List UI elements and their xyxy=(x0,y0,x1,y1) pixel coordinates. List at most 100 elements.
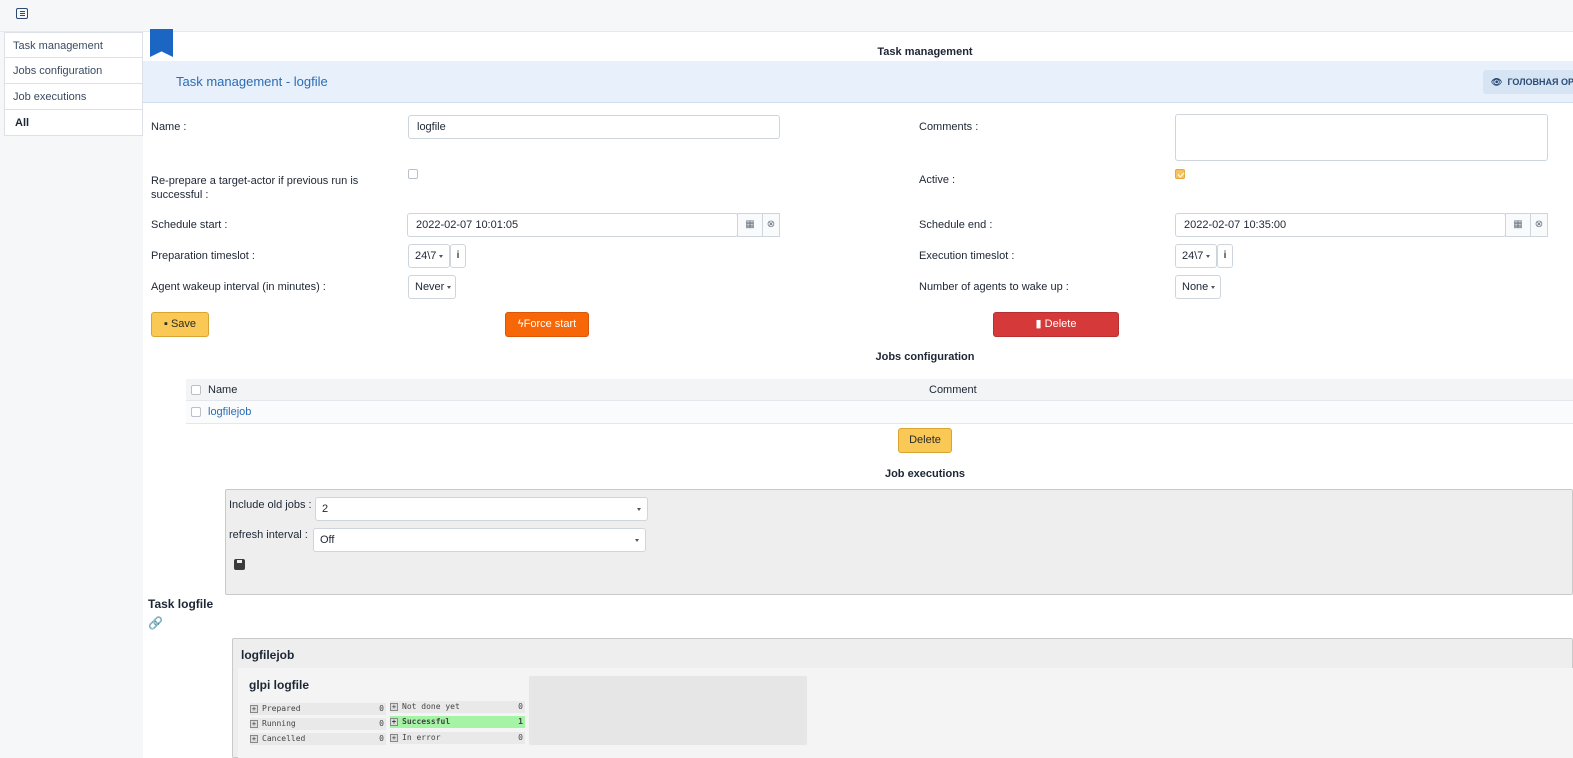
column-name: Name xyxy=(208,384,238,396)
preparation-timeslot-label: Preparation timeslot : xyxy=(151,250,255,262)
clear-icon[interactable]: ⊗ xyxy=(762,213,780,237)
expand-icon: + xyxy=(390,733,398,742)
agent-panel xyxy=(238,668,1573,758)
state-label: Running xyxy=(262,719,296,728)
state-label: Not done yet xyxy=(402,702,460,711)
save-button-label: Save xyxy=(170,318,197,330)
chevron-down-icon xyxy=(447,285,452,289)
name-label: Name : xyxy=(151,121,187,133)
active-label: Active : xyxy=(919,174,956,186)
schedule-end-input[interactable]: 2022-02-07 10:35:00 xyxy=(1175,213,1506,237)
save-button[interactable]: ▪ Save xyxy=(151,312,209,337)
eye-icon: 👁 xyxy=(1491,77,1503,87)
agent-name: glpi logfile xyxy=(249,678,309,692)
sidebar-item-task-management[interactable]: Task management xyxy=(4,32,143,58)
state-running[interactable]: + Running 0 xyxy=(250,718,386,730)
agent-log-panel xyxy=(529,676,807,745)
expand-icon: + xyxy=(250,704,258,713)
expand-icon: + xyxy=(390,702,398,711)
table-row xyxy=(186,401,1573,424)
chevron-down-icon xyxy=(439,254,444,258)
wakeup-interval-select[interactable]: Never xyxy=(408,275,456,299)
state-count: 0 xyxy=(379,734,384,743)
info-icon[interactable]: i xyxy=(1217,244,1233,268)
execution-timeslot-select[interactable]: 24\7 xyxy=(1175,244,1217,268)
agents-to-wake-value: None xyxy=(1182,281,1209,293)
state-successful[interactable]: + Successful 1 xyxy=(390,716,525,728)
delete-button[interactable]: Delete xyxy=(898,428,952,453)
include-old-jobs-value: 2 xyxy=(322,503,329,515)
row-checkbox[interactable] xyxy=(191,407,201,417)
chevron-down-icon xyxy=(637,508,641,511)
schedule-end-label: Schedule end : xyxy=(919,219,993,231)
section-title-task-management: Task management xyxy=(877,46,973,58)
agents-to-wake-select[interactable]: None xyxy=(1175,275,1221,299)
calendar-icon[interactable]: ▦ xyxy=(1505,213,1531,237)
force-start-label: Force start xyxy=(523,318,577,330)
entity-badge-label: ГОЛОВНАЯ ОРГА xyxy=(1507,77,1573,87)
comments-label: Comments : xyxy=(919,121,979,133)
floppy-icon: ▪ xyxy=(163,318,171,330)
wakeup-interval-value: Never xyxy=(415,281,445,293)
section-title-job-executions: Job executions xyxy=(884,468,966,480)
form-header xyxy=(143,61,1573,103)
task-title: Task logfile xyxy=(148,597,214,611)
include-old-jobs-select[interactable]: 2 xyxy=(315,497,648,521)
menu-toggle-icon[interactable] xyxy=(16,8,28,19)
state-in-error[interactable]: + In error 0 xyxy=(390,732,525,744)
state-label: Prepared xyxy=(262,704,301,713)
state-count: 1 xyxy=(518,717,523,726)
calendar-icon[interactable]: ▦ xyxy=(737,213,763,237)
state-not-done-yet[interactable]: + Not done yet 0 xyxy=(390,701,525,713)
clear-icon[interactable]: ⊗ xyxy=(1530,213,1548,237)
expand-icon: + xyxy=(250,734,258,743)
execution-timeslot-label: Execution timeslot : xyxy=(919,250,1015,262)
top-bar xyxy=(0,0,1573,32)
refresh-interval-select[interactable]: Off xyxy=(313,528,646,552)
state-count: 0 xyxy=(379,719,384,728)
name-input[interactable]: logfile xyxy=(408,115,780,139)
job-name: logfilejob xyxy=(241,648,295,662)
select-all-checkbox[interactable] xyxy=(191,385,201,395)
state-count: 0 xyxy=(379,704,384,713)
section-title-jobs-configuration: Jobs configuration xyxy=(875,351,975,363)
state-prepared[interactable]: + Prepared 0 xyxy=(250,703,386,715)
page-title: Task management - logfile xyxy=(176,74,328,89)
preparation-timeslot-select[interactable]: 24\7 xyxy=(408,244,450,268)
schedule-start-label: Schedule start : xyxy=(151,219,228,231)
chevron-down-icon xyxy=(635,539,639,542)
state-label: In error xyxy=(402,733,441,742)
include-old-jobs-label: Include old jobs : xyxy=(229,499,312,511)
job-link[interactable]: logfilejob xyxy=(208,406,251,418)
execution-timeslot-value: 24\7 xyxy=(1182,250,1204,262)
state-count: 0 xyxy=(518,702,523,711)
sidebar: Task management Jobs configuration Job e… xyxy=(4,32,143,136)
column-comment: Comment xyxy=(929,384,977,396)
expand-icon: + xyxy=(250,719,258,728)
entity-badge[interactable]: 👁 ГОЛОВНАЯ ОРГА xyxy=(1483,70,1573,94)
save-icon[interactable] xyxy=(234,559,245,570)
comments-textarea[interactable] xyxy=(1175,114,1548,161)
chevron-down-icon xyxy=(1206,254,1211,258)
sidebar-item-job-executions[interactable]: Job executions xyxy=(4,84,143,110)
delete-permanently-button[interactable]: ▮ Delete permanently xyxy=(993,312,1119,353)
reprepare-label: Re-prepare a target-actor if previous ru… xyxy=(151,175,359,201)
chevron-down-icon xyxy=(1211,285,1216,289)
state-cancelled[interactable]: + Cancelled 0 xyxy=(250,733,386,745)
state-label: Successful xyxy=(402,717,451,726)
force-start-button[interactable]: ϟForce start xyxy=(505,312,589,337)
schedule-start-input[interactable]: 2022-02-07 10:01:05 xyxy=(407,213,738,237)
sidebar-item-jobs-configuration[interactable]: Jobs configuration xyxy=(4,58,143,84)
info-icon[interactable]: i xyxy=(450,244,466,268)
state-count: 0 xyxy=(518,733,523,742)
refresh-interval-label: refresh interval : xyxy=(229,529,308,541)
trash-icon: ▮ xyxy=(1035,318,1045,330)
reprepare-checkbox[interactable] xyxy=(408,169,418,179)
wakeup-interval-label: Agent wakeup interval (in minutes) : xyxy=(151,281,326,293)
link-icon[interactable]: 🔗 xyxy=(148,616,163,630)
state-label: Cancelled xyxy=(262,734,306,743)
jobs-table-header xyxy=(186,379,1573,401)
active-checkbox[interactable] xyxy=(1175,169,1185,179)
refresh-interval-value: Off xyxy=(320,534,335,546)
sidebar-item-all[interactable]: All xyxy=(4,110,143,136)
